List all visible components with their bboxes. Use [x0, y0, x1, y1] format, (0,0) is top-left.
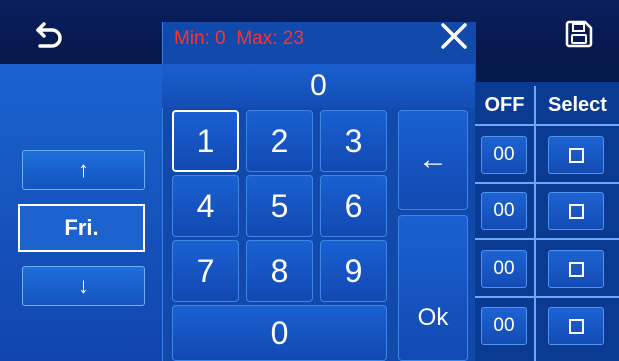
select-cell-row-2[interactable] [548, 192, 604, 230]
off-cell-row-4[interactable]: 00 [481, 307, 527, 345]
close-button[interactable] [436, 18, 472, 54]
arrow-up-icon: ↑ [78, 157, 89, 182]
key-6[interactable]: 6 [320, 175, 387, 237]
checkbox-row-4[interactable] [568, 318, 584, 334]
checkbox-row-2[interactable] [568, 203, 584, 219]
column-divider [534, 86, 536, 361]
key-9[interactable]: 9 [320, 240, 387, 302]
col-header-off: OFF [484, 93, 525, 116]
off-cell-row-1[interactable]: 00 [481, 136, 527, 174]
backspace-button[interactable]: ← [398, 110, 468, 210]
row-divider [475, 124, 619, 126]
key-4[interactable]: 4 [172, 175, 239, 237]
value-display: 0 [162, 64, 475, 108]
day-up-button[interactable]: ↑ [22, 150, 145, 190]
min-label: Min: 0 [174, 28, 226, 49]
back-button[interactable] [12, 12, 82, 56]
key-0[interactable]: 0 [172, 305, 387, 361]
range-label: Min: 0 Max: 23 [174, 28, 304, 50]
undo-arrow-icon [36, 22, 62, 48]
row-divider [475, 182, 619, 184]
key-2[interactable]: 2 [246, 110, 313, 172]
arrow-down-icon: ↓ [78, 273, 89, 298]
key-8[interactable]: 8 [246, 240, 313, 302]
ok-button[interactable]: Ok [398, 215, 468, 361]
close-icon [441, 23, 467, 49]
off-cell-row-2[interactable]: 00 [481, 192, 527, 230]
select-cell-row-4[interactable] [548, 307, 604, 345]
row-divider [475, 238, 619, 240]
checkbox-row-3[interactable] [568, 261, 584, 277]
save-button[interactable] [556, 14, 602, 54]
select-cell-row-1[interactable] [548, 136, 604, 174]
key-5[interactable]: 5 [246, 175, 313, 237]
key-1[interactable]: 1 [172, 110, 239, 172]
key-7[interactable]: 7 [172, 240, 239, 302]
max-label: Max: 23 [236, 28, 304, 49]
row-divider [475, 296, 619, 298]
floppy-disk-icon [565, 20, 593, 48]
off-cell-row-3[interactable]: 00 [481, 250, 527, 288]
key-3[interactable]: 3 [320, 110, 387, 172]
day-value: Fri. [18, 204, 145, 252]
select-cell-row-3[interactable] [548, 250, 604, 288]
day-down-button[interactable]: ↓ [22, 266, 145, 306]
checkbox-row-1[interactable] [568, 147, 584, 163]
col-header-select: Select [548, 93, 607, 116]
